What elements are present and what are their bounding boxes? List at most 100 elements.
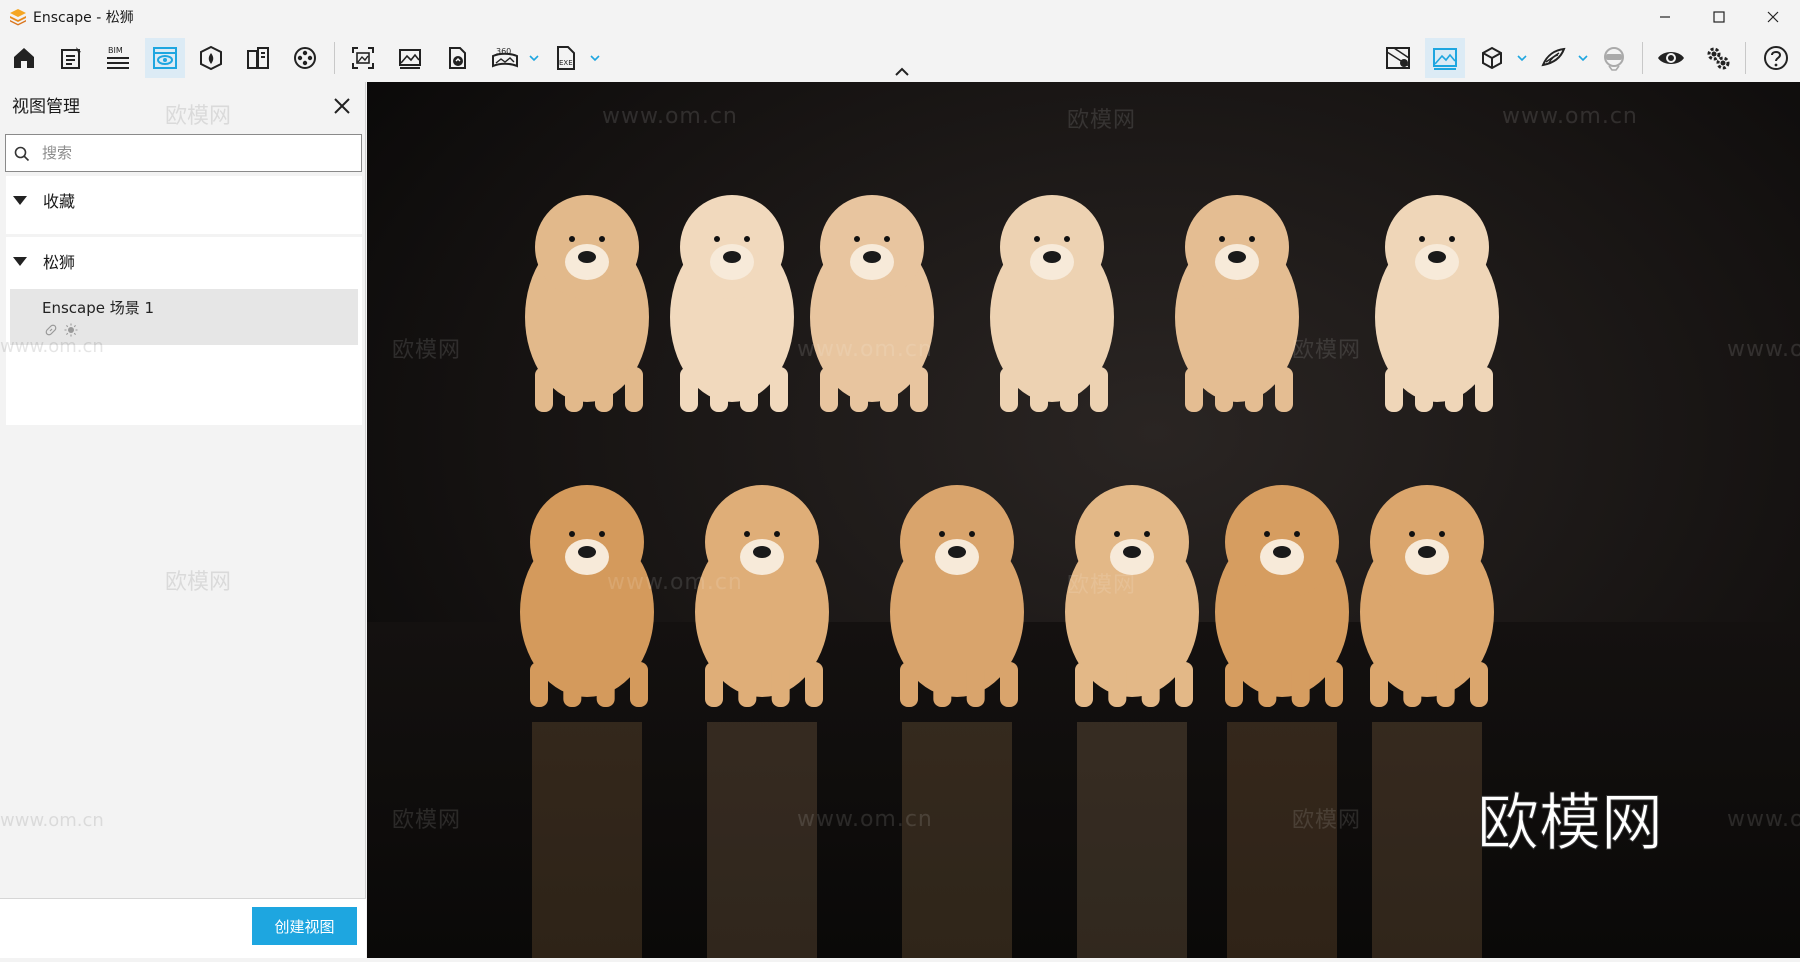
- panorama-360-button[interactable]: 360: [485, 38, 525, 78]
- close-icon: [1767, 11, 1779, 23]
- caret-down-icon: [13, 195, 27, 205]
- watermark-text: 欧模网: [1292, 808, 1362, 833]
- screenshot-button[interactable]: [343, 38, 383, 78]
- render-viewport[interactable]: www.om.cn 欧模网 www.om.cn 欧模网 www.om.cn 欧模…: [367, 82, 1800, 958]
- floor-reflection: [1372, 722, 1482, 958]
- material-editor-icon: [247, 47, 269, 69]
- chow-chow-figure: [990, 195, 1114, 412]
- sun-settings-button[interactable]: [1533, 38, 1573, 78]
- chevron-up-icon[interactable]: [894, 66, 910, 78]
- group-label: 松狮: [43, 253, 76, 272]
- enscape-logo-icon: [10, 9, 26, 26]
- watermark-text: 欧模网: [165, 104, 232, 129]
- visual-settings-button[interactable]: [1651, 38, 1691, 78]
- cube-view-button[interactable]: [1472, 38, 1512, 78]
- view-name: Enscape 场景 1: [42, 299, 155, 317]
- svg-text:BIM: BIM: [108, 46, 123, 55]
- panorama-upload-icon: [449, 47, 466, 69]
- screenshot-icon: [352, 47, 374, 69]
- link-icon: [45, 324, 57, 336]
- watermark-text: www.om.cn: [602, 104, 738, 129]
- panel-close-button[interactable]: [330, 94, 354, 118]
- toolbar-separator: [1642, 42, 1643, 74]
- sun-icon: [64, 323, 78, 337]
- panorama-upload-button[interactable]: [437, 38, 477, 78]
- home-icon: [14, 48, 34, 68]
- chow-chow-figure: [670, 195, 794, 412]
- maximize-button[interactable]: [1692, 0, 1746, 34]
- settings-icon: [1707, 47, 1730, 70]
- map-view-button[interactable]: [1378, 38, 1418, 78]
- watermark-text: 欧模网: [165, 570, 232, 595]
- watermark-text: 欧模网: [1067, 108, 1137, 133]
- watermark-text: 欧模网: [1067, 573, 1137, 598]
- window-title: Enscape - 松狮: [33, 10, 134, 26]
- watermark-text: 欧模网: [392, 808, 462, 833]
- chow-chow-figure: [1375, 195, 1499, 412]
- group-chow-header[interactable]: 松狮: [6, 237, 362, 285]
- watermark-logo-text: 欧模网: [1476, 786, 1664, 860]
- chow-chow-figure: [1360, 485, 1494, 707]
- view-management-button[interactable]: [145, 38, 185, 78]
- minimize-button[interactable]: [1638, 0, 1692, 34]
- group-favorites-header[interactable]: 收藏: [6, 176, 362, 224]
- panel-footer: 创建视图: [0, 898, 366, 958]
- watermark-text: www.om.cn: [1727, 337, 1800, 362]
- view-management-icon: [153, 47, 177, 69]
- close-icon: [334, 98, 350, 114]
- video-editor-button[interactable]: [285, 38, 325, 78]
- title-bar: Enscape - 松狮: [0, 0, 1800, 34]
- chow-chow-figure: [695, 485, 829, 707]
- watermark-text: www.om.cn: [1727, 807, 1800, 832]
- exe-export-button[interactable]: EXE: [546, 38, 586, 78]
- svg-text:EXE: EXE: [559, 59, 573, 67]
- panorama-360-icon: 360: [492, 47, 518, 68]
- floor-reflection: [902, 722, 1012, 958]
- search-input[interactable]: [42, 141, 342, 165]
- floor-reflection: [1077, 722, 1187, 958]
- bim-icon: BIM: [107, 46, 129, 69]
- chow-chow-figure: [1175, 195, 1299, 412]
- chow-chow-figure: [810, 195, 934, 412]
- search-icon: [14, 146, 30, 162]
- asset-library-button[interactable]: [191, 38, 231, 78]
- chevron-down-icon[interactable]: [1577, 52, 1589, 64]
- chevron-down-icon[interactable]: [589, 52, 601, 64]
- floor-reflection: [532, 722, 642, 958]
- close-window-button[interactable]: [1746, 0, 1800, 34]
- group-label: 收藏: [43, 192, 76, 211]
- create-view-button[interactable]: 创建视图: [252, 907, 357, 945]
- watermark-text: www.om.cn: [607, 570, 743, 595]
- watermark-text: www.om.cn: [0, 810, 104, 831]
- cube-view-icon: [1482, 46, 1502, 70]
- project-notes-button[interactable]: [51, 38, 91, 78]
- material-editor-button[interactable]: [238, 38, 278, 78]
- home-button[interactable]: [4, 38, 44, 78]
- render-image-button[interactable]: [1425, 38, 1465, 78]
- video-editor-icon: [294, 47, 316, 69]
- group-favorites: 收藏: [6, 176, 362, 234]
- watermark-text: www.om.cn: [797, 807, 933, 832]
- watermark-text: www.om.cn: [1502, 104, 1638, 129]
- project-notes-icon: [61, 47, 81, 69]
- chow-chow-figure: [890, 485, 1024, 707]
- chevron-down-icon[interactable]: [528, 52, 540, 64]
- caret-down-icon: [13, 256, 27, 266]
- sun-settings-icon: [1541, 47, 1566, 67]
- floor-reflection: [707, 722, 817, 958]
- batch-render-icon: [399, 49, 421, 69]
- chow-chow-figure: [520, 485, 654, 707]
- exe-export-icon: EXE: [557, 46, 575, 70]
- watermark-text: www.om.cn: [797, 337, 933, 362]
- bim-button[interactable]: BIM: [98, 38, 138, 78]
- help-button[interactable]: [1756, 38, 1796, 78]
- settings-button[interactable]: [1698, 38, 1738, 78]
- asset-library-icon: [200, 45, 222, 71]
- panel-title: 视图管理: [12, 97, 80, 117]
- chevron-down-icon[interactable]: [1516, 52, 1528, 64]
- chow-chow-figure: [525, 195, 649, 412]
- watermark-text: 欧模网: [1292, 338, 1362, 363]
- batch-render-button[interactable]: [390, 38, 430, 78]
- vr-headset-button[interactable]: [1594, 38, 1634, 78]
- chow-chow-figure: [1215, 485, 1349, 707]
